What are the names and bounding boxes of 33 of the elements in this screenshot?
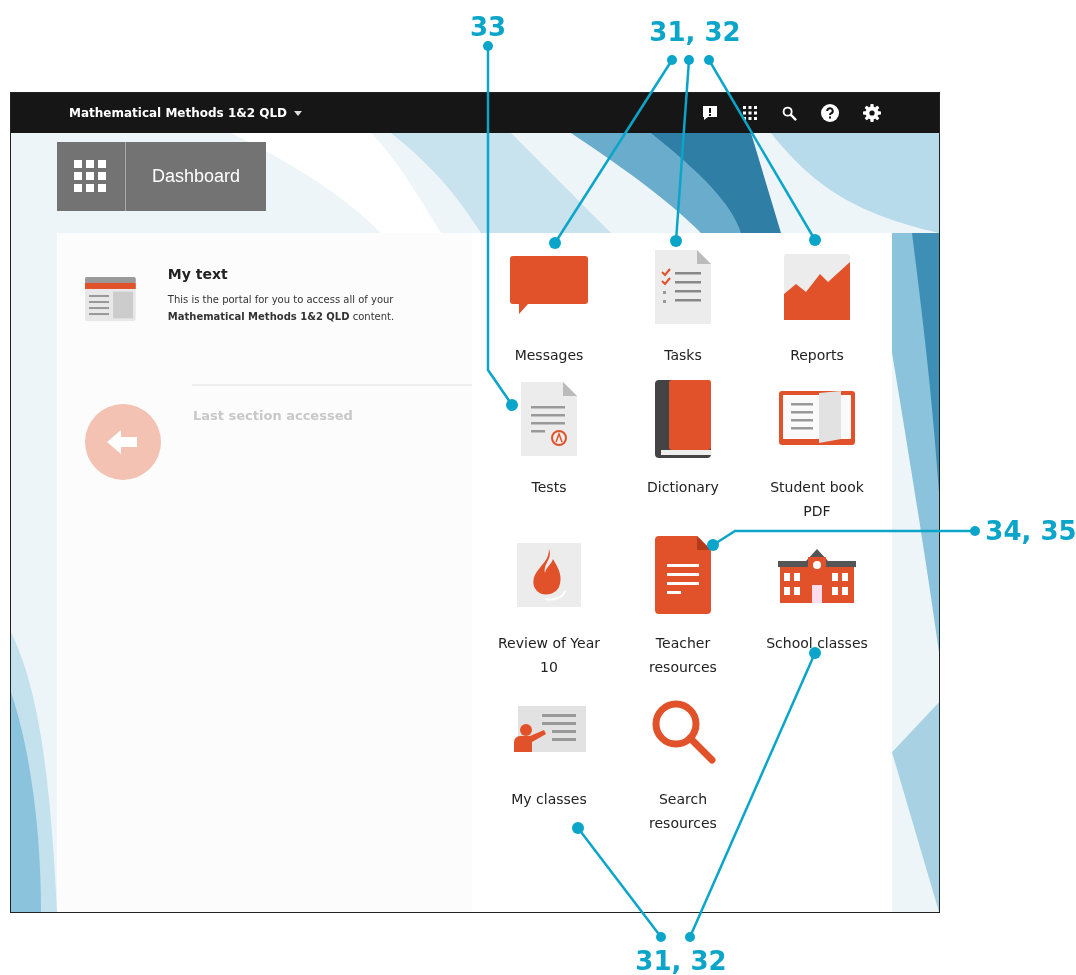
app-tile[interactable]: Tests	[482, 379, 616, 523]
open-book-icon	[779, 391, 855, 447]
area-chart-icon	[784, 254, 850, 320]
settings-icon[interactable]	[863, 104, 881, 122]
callout-number: 34, 35	[985, 516, 1076, 546]
search-icon[interactable]	[782, 105, 797, 121]
magnifier-icon	[650, 698, 716, 764]
help-icon[interactable]	[821, 104, 839, 122]
feedback-icon[interactable]	[702, 105, 718, 121]
app-tile[interactable]: Dictionary	[616, 379, 750, 523]
app-tile[interactable]: School classes	[750, 535, 884, 679]
school-building-icon	[778, 547, 856, 603]
app-tile[interactable]: Tasks	[616, 247, 750, 367]
app-tile[interactable]: Teacher resources	[616, 535, 750, 679]
callout-number: 31, 32	[649, 17, 741, 47]
app-tile[interactable]: Reports	[750, 247, 884, 367]
test-paper-icon	[521, 382, 577, 456]
caret-icon	[294, 110, 303, 116]
my-text-title[interactable]: My text	[167, 266, 472, 282]
app-tile[interactable]: Review of Year 10	[482, 535, 616, 679]
my-text-description: This is the portal for you to access all of your Mathematical Methods 1&2 QLD content.	[167, 293, 396, 324]
apps-icon[interactable]	[742, 105, 758, 121]
flame-icon	[517, 543, 581, 607]
app-tile[interactable]: Student book PDF	[750, 379, 884, 523]
app-tile[interactable]: Messages	[482, 247, 616, 367]
book-icon	[655, 380, 711, 458]
course-dropdown[interactable]: Mathematical Methods 1&2 QLD	[69, 106, 303, 120]
callout-number: 31, 32	[635, 946, 727, 975]
app-tile[interactable]: Search resources	[616, 691, 750, 835]
callout-number: 33	[469, 12, 507, 42]
document-icon	[655, 536, 711, 614]
app-tile[interactable]: My classes	[482, 691, 616, 835]
checklist-icon	[655, 250, 711, 324]
